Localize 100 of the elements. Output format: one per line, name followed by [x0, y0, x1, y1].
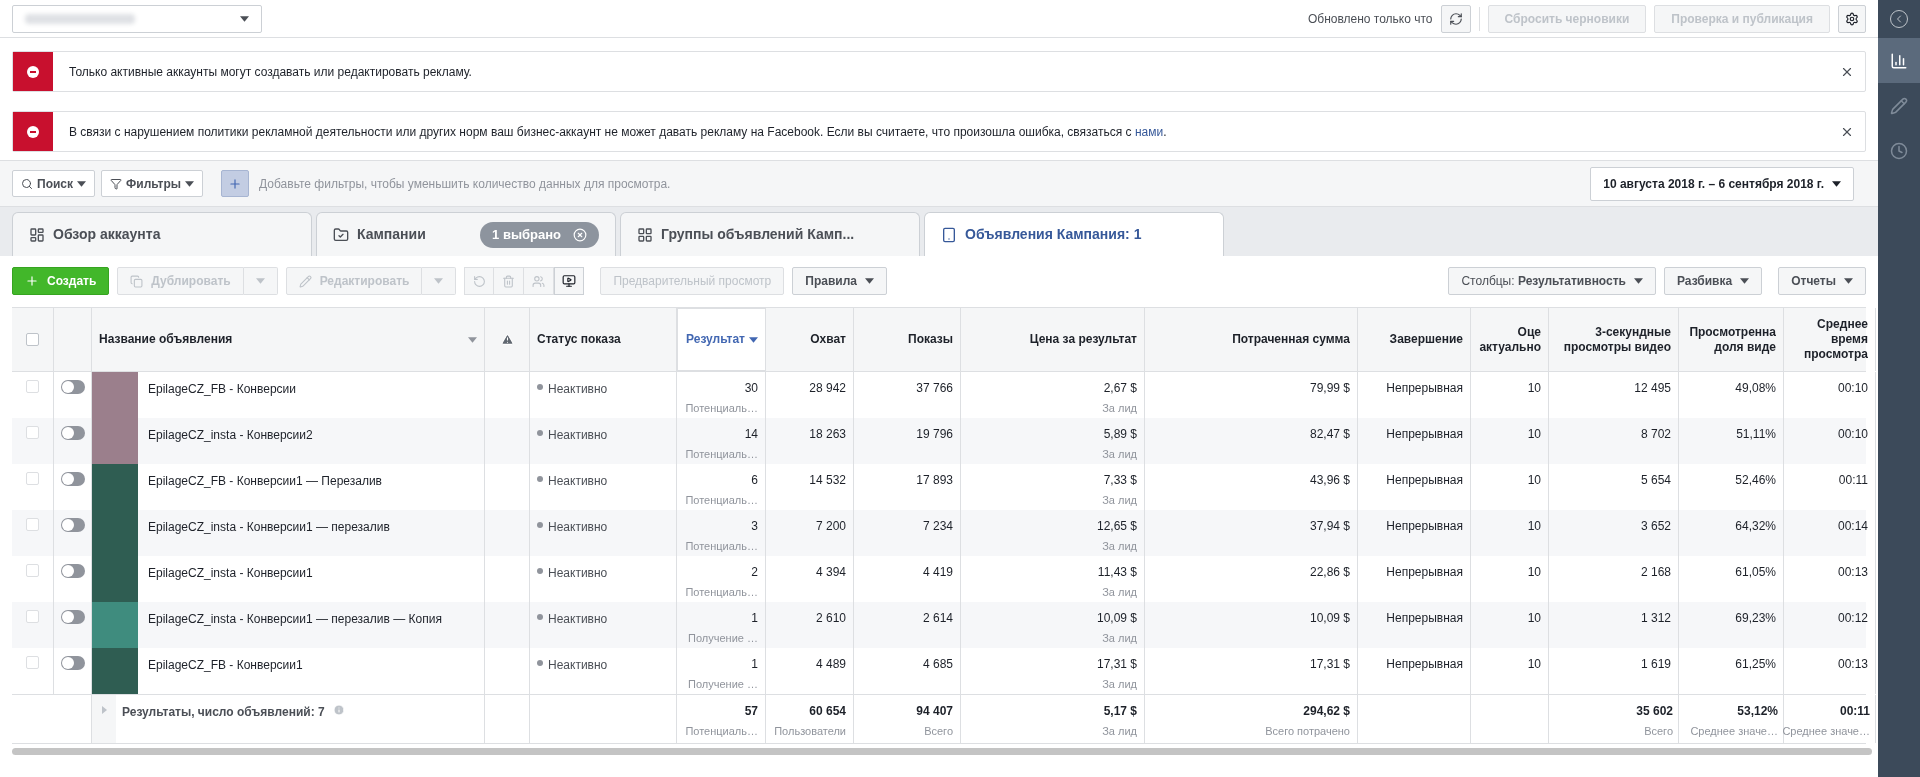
settings-button[interactable]	[1838, 4, 1866, 33]
add-filter-button[interactable]	[221, 170, 250, 197]
filters-dropdown[interactable]: Фильтры	[101, 170, 204, 197]
cell-value: 00:10	[1837, 426, 1868, 443]
column-header[interactable]: 3-секундные просмотры видео	[1556, 324, 1671, 355]
dropdown-button[interactable]	[422, 267, 457, 295]
error-icon	[27, 125, 39, 138]
cell-caption: Потенциаль…	[685, 724, 758, 739]
rules-dropdown[interactable]: Правила	[792, 267, 887, 295]
search-dropdown[interactable]: Поиск	[12, 170, 95, 197]
cell-caption: За лид	[1102, 401, 1137, 416]
photo-placeholder	[92, 418, 138, 464]
tab[interactable]: Объявления Кампания: 1	[924, 212, 1224, 256]
checkbox[interactable]	[26, 656, 39, 669]
clear-icon	[573, 227, 587, 242]
cell-value: 18 263	[809, 426, 846, 443]
photo-placeholder	[92, 556, 138, 602]
column-header[interactable]: Название объявления	[99, 332, 233, 347]
status-text: Неактивно	[548, 473, 608, 490]
ad-name-link[interactable]: EpilageCZ_insta - Конверсии1 — перезалив	[148, 518, 390, 536]
column-header[interactable]: Просмотренна доля виде	[1686, 324, 1776, 355]
checkbox[interactable]	[26, 333, 39, 346]
cell-value: 3 652	[1640, 518, 1671, 535]
caret-icon	[255, 278, 265, 284]
account-dropdown[interactable]	[12, 4, 262, 33]
caret-icon	[864, 278, 874, 284]
checkbox[interactable]	[26, 518, 39, 531]
ad-name-link[interactable]: EpilageCZ_insta - Конверсии2	[148, 426, 313, 444]
column-header[interactable]: Завершение	[1389, 332, 1463, 347]
status-text: Неактивно	[548, 565, 608, 582]
cell-value: 14 532	[809, 472, 846, 489]
tab-icon	[941, 226, 957, 243]
column-header[interactable]: Среднее время просмотра	[1791, 317, 1868, 362]
cell-value: 4 394	[815, 564, 846, 581]
cell-value: 10	[1527, 518, 1541, 535]
cell-value: 17,31 $	[1309, 656, 1350, 673]
checkbox[interactable]	[26, 472, 39, 485]
toggle-switch[interactable]	[60, 472, 85, 486]
column-header[interactable]: Статус показа	[537, 332, 621, 347]
column-header[interactable]: Цена за результат	[1029, 332, 1137, 347]
toggle-switch[interactable]	[60, 426, 85, 440]
sidebar-button[interactable]	[1878, 38, 1920, 83]
cell-value: 2	[751, 564, 758, 581]
ad-name-link[interactable]: EpilageCZ_insta - Конверсии1 — перезалив — Копия	[148, 610, 442, 628]
checkbox[interactable]	[26, 564, 39, 577]
cell-caption: Потенциаль…	[685, 447, 758, 462]
cell-value: 00:11	[1839, 703, 1870, 720]
ad-name-link[interactable]: EpilageCZ_FB - Конверсии1 — Перезалив	[148, 472, 382, 490]
cell-value: 94 407	[916, 703, 953, 720]
column-header[interactable]: Показы	[908, 332, 953, 347]
cell-value: Непрерывная	[1386, 656, 1463, 673]
breakdown-dropdown[interactable]: Разбивка	[1664, 267, 1763, 295]
cell-caption: Получение …	[688, 631, 758, 646]
caret-icon	[77, 180, 86, 187]
dropdown-button[interactable]	[243, 267, 278, 295]
cell-value: 12 495	[1634, 380, 1671, 397]
toggle-switch[interactable]	[60, 610, 85, 624]
caret-icon	[1740, 278, 1750, 284]
ad-name-link[interactable]: EpilageCZ_insta - Конверсии1	[148, 564, 313, 582]
tab[interactable]: Обзор аккаунта	[12, 212, 312, 256]
updated-status: Обновлено только что	[1307, 10, 1433, 28]
checkbox[interactable]	[26, 610, 39, 623]
ad-name-link[interactable]: EpilageCZ_FB - Конверсии	[148, 380, 296, 398]
cell-value: 79,99 $	[1309, 380, 1350, 397]
ad-name-link[interactable]: EpilageCZ_FB - Конверсии1	[148, 656, 303, 674]
preview-button[interactable]	[554, 267, 585, 295]
cell-value: 30	[744, 380, 758, 397]
cell-value: 10	[1527, 656, 1541, 673]
toggle-switch[interactable]	[60, 380, 85, 394]
cell-caption: За лид	[1102, 724, 1137, 739]
columns-dropdown[interactable]: Столбцы: Результативность	[1448, 267, 1656, 295]
cell-value: Непрерывная	[1386, 380, 1463, 397]
undo-button[interactable]	[464, 267, 495, 295]
toggle-switch[interactable]	[60, 564, 85, 578]
delete-button[interactable]	[494, 267, 525, 295]
column-header[interactable]: Потраченная сумма	[1232, 332, 1350, 347]
column-header[interactable]: Охват	[810, 332, 846, 347]
screen-icon	[562, 274, 577, 288]
toggle-switch[interactable]	[60, 656, 85, 670]
cell-value: 82,47 $	[1309, 426, 1350, 443]
expand-icon[interactable]	[101, 706, 107, 714]
cell-value: 52,46%	[1735, 472, 1776, 489]
cell-value: 28 942	[809, 380, 846, 397]
checkbox[interactable]	[26, 426, 39, 439]
search-icon	[21, 177, 33, 190]
column-header[interactable]: Результат	[686, 332, 745, 347]
column-header[interactable]: Оце актуально	[1478, 324, 1541, 355]
toggle-switch[interactable]	[60, 518, 85, 532]
tab[interactable]: Кампании 1 выбрано	[316, 212, 616, 256]
scrollbar[interactable]	[12, 748, 1872, 755]
tab[interactable]: Группы объявлений Камп...	[620, 212, 920, 256]
reports-dropdown[interactable]: Отчеты	[1778, 267, 1866, 295]
date-range-dropdown[interactable]: 10 августа 2018 г. – 6 сентября 2018 г.	[1590, 166, 1854, 201]
refresh-button[interactable]	[1440, 4, 1471, 33]
filter-input[interactable]: Добавьте фильтры, чтобы уменьшить количество данных для просмотра.	[255, 174, 1585, 193]
cell-value: 35 602	[1636, 703, 1673, 720]
cell-value: Непрерывная	[1386, 518, 1463, 535]
checkbox[interactable]	[26, 380, 39, 393]
cell-value: 2 610	[815, 610, 846, 627]
cell-value: 00:13	[1837, 656, 1868, 673]
